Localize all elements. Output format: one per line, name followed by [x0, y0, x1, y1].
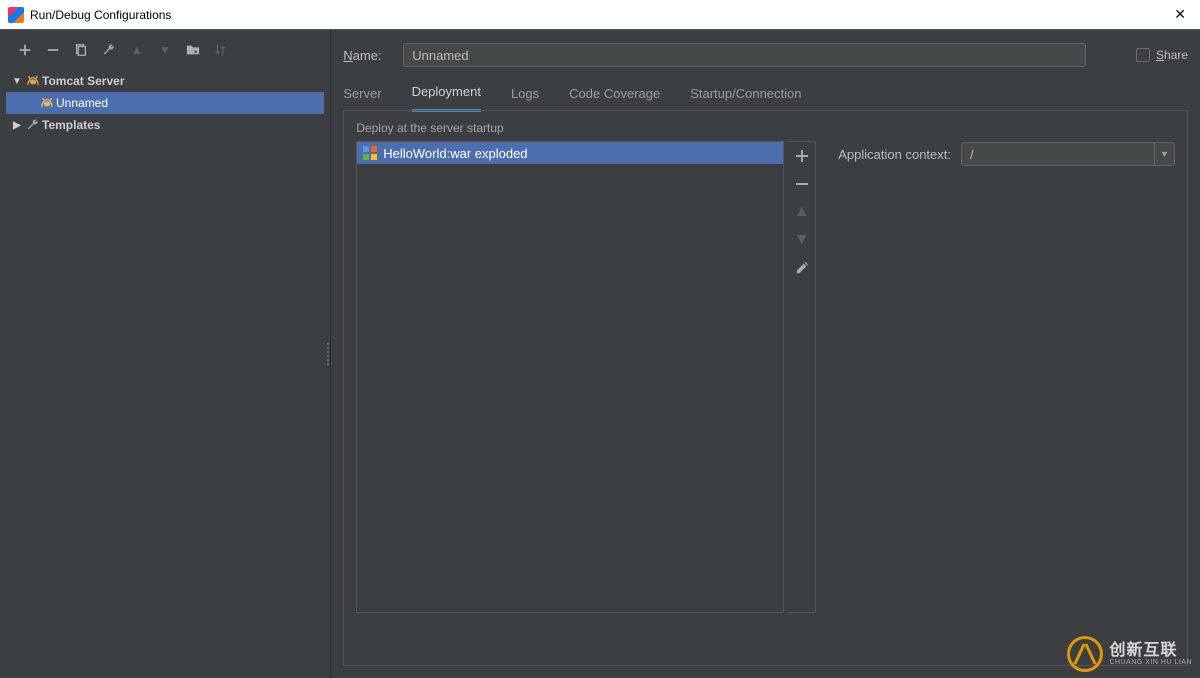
expand-arrow-icon[interactable]: ▼ [10, 76, 24, 87]
tab-deployment[interactable]: Deployment [412, 84, 481, 112]
tab-server[interactable]: Server [343, 86, 381, 111]
right-panel: Name: Share Server Deployment Logs Code … [331, 30, 1200, 678]
artifact-label: HelloWorld:war exploded [383, 146, 527, 161]
share-label: Share [1156, 48, 1188, 62]
wrench-icon[interactable] [100, 41, 118, 59]
tab-startup-connection[interactable]: Startup/Connection [690, 86, 801, 111]
tomcat-icon [38, 97, 56, 109]
deployment-panel: Deploy at the server startup HelloWorld:… [343, 110, 1188, 666]
name-row: Name: Share [343, 30, 1188, 70]
config-tree: ▼ Tomcat Server Unnamed ▶ Templates [0, 70, 330, 136]
share-checkbox-input[interactable] [1136, 48, 1150, 62]
chevron-down-icon[interactable]: ▼ [1154, 143, 1174, 165]
tab-logs[interactable]: Logs [511, 86, 539, 111]
add-icon[interactable] [16, 41, 34, 59]
artifact-icon [363, 146, 377, 160]
tree-node-tomcat[interactable]: ▼ Tomcat Server [6, 70, 324, 92]
expand-arrow-icon[interactable]: ▶ [10, 120, 24, 131]
splitter-handle[interactable] [327, 343, 333, 365]
titlebar: Run/Debug Configurations ✕ [0, 0, 1200, 30]
left-panel: ▲ ▼ ▼ Tomcat Server Unnamed ▶ [0, 30, 331, 678]
context-label: Application context: [838, 147, 951, 162]
main-area: ▲ ▼ ▼ Tomcat Server Unnamed ▶ [0, 30, 1200, 678]
tab-code-coverage[interactable]: Code Coverage [569, 86, 660, 111]
context-input[interactable] [962, 147, 1154, 162]
tree-node-templates[interactable]: ▶ Templates [6, 114, 324, 136]
sort-icon [212, 41, 230, 59]
context-combo[interactable]: ▼ [961, 142, 1175, 166]
tree-node-label: Tomcat Server [42, 74, 124, 88]
app-icon [8, 7, 24, 23]
tree-item-label: Unnamed [56, 96, 108, 110]
name-label: Name: [343, 48, 393, 63]
deploy-section-label: Deploy at the server startup [356, 121, 1175, 135]
artifact-list-buttons: ▲ ▼ [788, 141, 816, 613]
add-artifact-icon[interactable] [792, 146, 812, 166]
artifact-list[interactable]: HelloWorld:war exploded [356, 141, 784, 613]
watermark-logo-icon [1067, 636, 1103, 672]
wrench-icon [24, 118, 42, 132]
edit-artifact-icon[interactable] [792, 258, 812, 278]
remove-icon[interactable] [44, 41, 62, 59]
close-icon[interactable]: ✕ [1168, 6, 1192, 23]
tree-item-unnamed[interactable]: Unnamed [6, 92, 324, 114]
share-checkbox[interactable]: Share [1136, 48, 1188, 62]
artifact-item[interactable]: HelloWorld:war exploded [357, 142, 783, 164]
folder-move-icon[interactable] [184, 41, 202, 59]
tree-node-label: Templates [42, 118, 100, 132]
name-input[interactable] [403, 43, 1086, 67]
move-up-artifact-icon: ▲ [792, 202, 812, 222]
copy-icon[interactable] [72, 41, 90, 59]
move-up-icon: ▲ [128, 41, 146, 59]
remove-artifact-icon[interactable] [792, 174, 812, 194]
move-down-artifact-icon: ▼ [792, 230, 812, 250]
window-title: Run/Debug Configurations [30, 8, 171, 22]
left-toolbar: ▲ ▼ [0, 30, 330, 70]
tomcat-icon [24, 75, 42, 87]
watermark-text: 创新互联 CHUANG XIN HU LIAN [1109, 643, 1192, 666]
artifact-details: Application context: ▼ [820, 141, 1175, 613]
move-down-icon: ▼ [156, 41, 174, 59]
tabs: Server Deployment Logs Code Coverage Sta… [343, 70, 1188, 110]
watermark: 创新互联 CHUANG XIN HU LIAN [1067, 636, 1192, 672]
